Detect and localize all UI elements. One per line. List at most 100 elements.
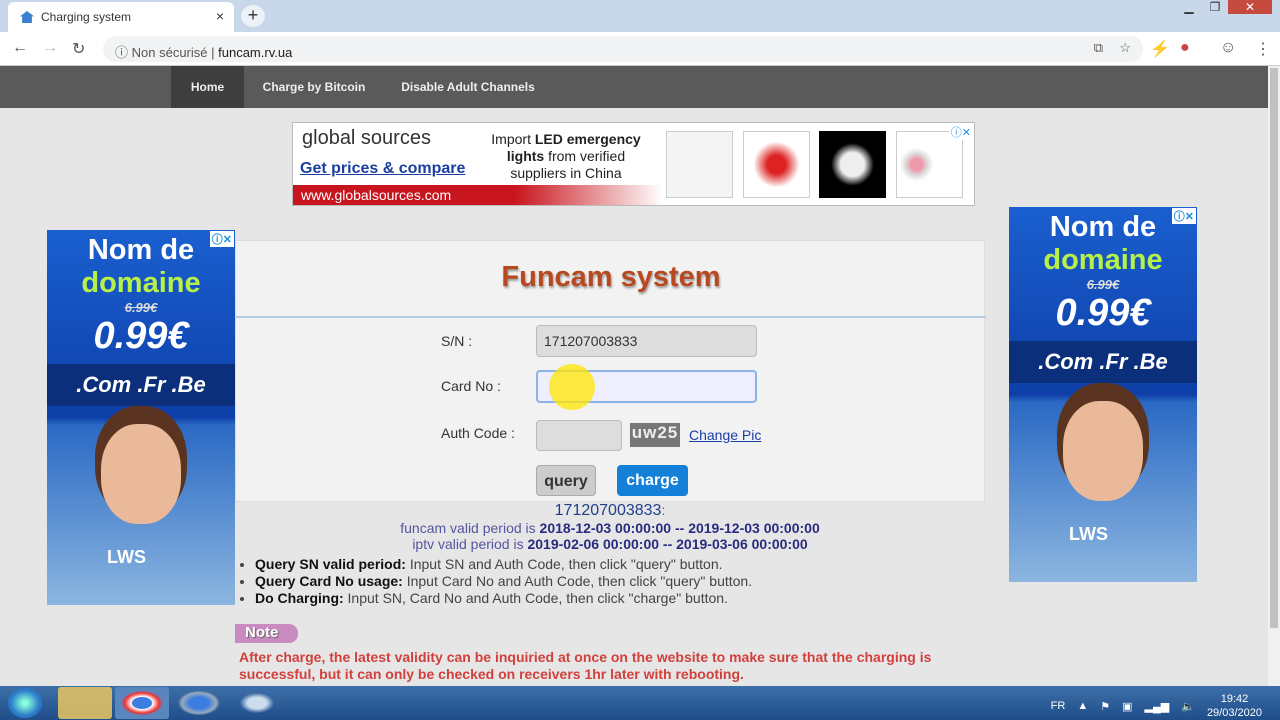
clock[interactable]: 19:42 29/03/2020 (1207, 692, 1262, 720)
auth-code-input[interactable] (536, 420, 622, 451)
tab-bar: Charging system × + ▁ ❐ ✕ (0, 0, 1280, 32)
sn-input[interactable] (536, 325, 757, 357)
maximize-icon[interactable]: ❐ (1202, 0, 1228, 14)
ad-close-icon[interactable]: ⓘ✕ (209, 231, 234, 247)
ad-product-image[interactable] (666, 131, 733, 198)
ad-product-image[interactable] (819, 131, 886, 198)
extension-icon[interactable]: ⚡ (1150, 39, 1170, 59)
nav-home[interactable]: Home (171, 66, 244, 108)
instructions-list: Query SN valid period: Input SN and Auth… (235, 556, 752, 607)
scrollbar-thumb[interactable] (1270, 68, 1278, 628)
network-icon[interactable]: ▂▄▆ (1145, 700, 1170, 713)
note-badge: Note (235, 624, 298, 643)
power-icon[interactable]: ▣ (1122, 700, 1132, 713)
query-button[interactable]: query (536, 465, 596, 496)
forward-icon[interactable]: → (42, 39, 58, 57)
ad-line1: Nom de (1049, 211, 1157, 243)
tab-charging-system[interactable]: Charging system × (8, 2, 234, 32)
ad-text: Import LED emergency lights from verifie… (481, 131, 651, 182)
ad-close-icon[interactable]: ⓘ✕ (948, 124, 973, 140)
ad-old-price: 6.99€ (124, 300, 158, 315)
ad-line2: domaine (1043, 244, 1163, 276)
start-button[interactable] (8, 688, 42, 718)
chrome-taskbar-icon-2[interactable] (172, 687, 226, 719)
iptv-period: 2019-02-06 00:00:00 -- 2019-03-06 00:00:… (527, 536, 808, 552)
instruction-title: Query SN valid period: (255, 556, 406, 572)
ad-old-price: 6.99€ (1086, 277, 1120, 292)
profile-icon[interactable]: ☺ (1220, 39, 1236, 57)
ad-logo: LWS (1069, 524, 1108, 544)
page-title: Funcam system (501, 261, 721, 293)
scrollbar[interactable] (1268, 66, 1280, 686)
extension-icon-2[interactable]: ● (1180, 39, 1190, 57)
instruction-text: Input SN, Card No and Auth Code, then cl… (343, 590, 728, 606)
language-indicator[interactable]: FR (1051, 700, 1066, 712)
validity-info: 171207003833: funcam valid period is 201… (235, 502, 985, 552)
instruction-text: Input Card No and Auth Code, then click … (402, 573, 753, 589)
app-taskbar-icon[interactable] (230, 687, 284, 719)
clock-time: 19:42 (1220, 693, 1249, 705)
address-bar: ← → ↻ ⓘ Non sécurisé | funcam.rv.ua ☆ ⧉ … (0, 32, 1280, 66)
iptv-label: iptv valid period is (412, 536, 528, 552)
ad-cta-link[interactable]: Get prices & compare (300, 160, 465, 178)
bookmark-star-icon[interactable]: ☆ (1119, 40, 1131, 56)
charge-button[interactable]: charge (617, 465, 688, 496)
ad-price: 0.99€ (93, 315, 189, 357)
minimize-icon[interactable]: ▁ (1176, 0, 1202, 14)
url-text: funcam.rv.ua (218, 45, 293, 60)
list-item: Query SN valid period: Input SN and Auth… (255, 556, 752, 573)
right-side-ad[interactable]: Nom de domaine 6.99€ 0.99€ .Com .Fr .Be … (1009, 207, 1197, 582)
close-window-icon[interactable]: ✕ (1228, 0, 1272, 14)
ad-tlds: .Com .Fr .Be (1009, 341, 1197, 383)
funcam-label: funcam valid period is (400, 520, 540, 536)
instruction-title: Do Charging: (255, 590, 344, 606)
auth-code-label: Auth Code : (441, 425, 515, 441)
list-item: Query Card No usage: Input Card No and A… (255, 573, 752, 590)
top-ad-banner[interactable]: global sources Get prices & compare www.… (292, 122, 975, 206)
card-no-label: Card No : (441, 378, 501, 394)
translate-icon[interactable]: ⧉ (1094, 40, 1103, 56)
window-controls: ▁ ❐ ✕ (1176, 0, 1272, 14)
site-nav: Home Charge by Bitcoin Disable Adult Cha… (0, 66, 1268, 108)
volume-icon[interactable]: 🔈 (1181, 700, 1195, 713)
url-input[interactable]: ⓘ Non sécurisé | funcam.rv.ua ☆ ⧉ (103, 36, 1143, 62)
ad-line2: domaine (81, 267, 201, 299)
close-tab-icon[interactable]: × (216, 8, 224, 24)
ad-brand: global sources (302, 127, 431, 149)
sn-suffix: : (661, 502, 666, 518)
system-tray: FR ▲ ⚑ ▣ ▂▄▆ 🔈 19:42 29/03/2020 (1051, 692, 1262, 720)
captcha-image: uw25 (630, 423, 680, 447)
instruction-text: Input SN and Auth Code, then click "quer… (405, 556, 723, 572)
ad-photo: LWS (1009, 391, 1197, 551)
reload-icon[interactable]: ↻ (72, 39, 85, 59)
action-center-flag-icon[interactable]: ⚑ (1100, 700, 1110, 713)
explorer-taskbar-icon[interactable] (58, 687, 112, 719)
charging-form: Funcam system S/N : Card No : Auth Code … (235, 240, 986, 502)
info-icon[interactable]: ⓘ (115, 45, 128, 60)
ad-photo: LWS (47, 414, 235, 574)
sn-label: S/N : (441, 333, 473, 349)
ad-product-image[interactable] (896, 131, 963, 198)
nav-charge-by-bitcoin[interactable]: Charge by Bitcoin (250, 66, 378, 108)
ad-logo: LWS (107, 547, 146, 567)
tab-title: Charging system (41, 10, 132, 24)
ad-product-image[interactable] (743, 131, 810, 198)
list-item: Do Charging: Input SN, Card No and Auth … (255, 590, 752, 607)
divider (236, 316, 986, 318)
ad-price: 0.99€ (1055, 292, 1151, 334)
ad-site[interactable]: www.globalsources.com (293, 185, 663, 205)
ad-close-icon[interactable]: ⓘ✕ (1171, 208, 1196, 224)
back-icon[interactable]: ← (12, 39, 28, 57)
change-pic-link[interactable]: Change Pic (689, 427, 761, 443)
chrome-taskbar-icon[interactable] (115, 687, 169, 719)
left-side-ad[interactable]: Nom de domaine 6.99€ 0.99€ .Com .Fr .Be … (47, 230, 235, 605)
nav-disable-adult-channels[interactable]: Disable Adult Channels (390, 66, 546, 108)
security-label: Non sécurisé (131, 45, 208, 60)
show-hidden-icons[interactable]: ▲ (1077, 700, 1088, 712)
taskbar: FR ▲ ⚑ ▣ ▂▄▆ 🔈 19:42 29/03/2020 (0, 686, 1280, 720)
menu-icon[interactable]: ⋮ (1255, 39, 1271, 59)
instruction-title: Query Card No usage: (255, 573, 403, 589)
ad-line1: Nom de (87, 234, 195, 266)
note-text: After charge, the latest validity can be… (239, 649, 932, 682)
new-tab-button[interactable]: + (241, 5, 265, 27)
